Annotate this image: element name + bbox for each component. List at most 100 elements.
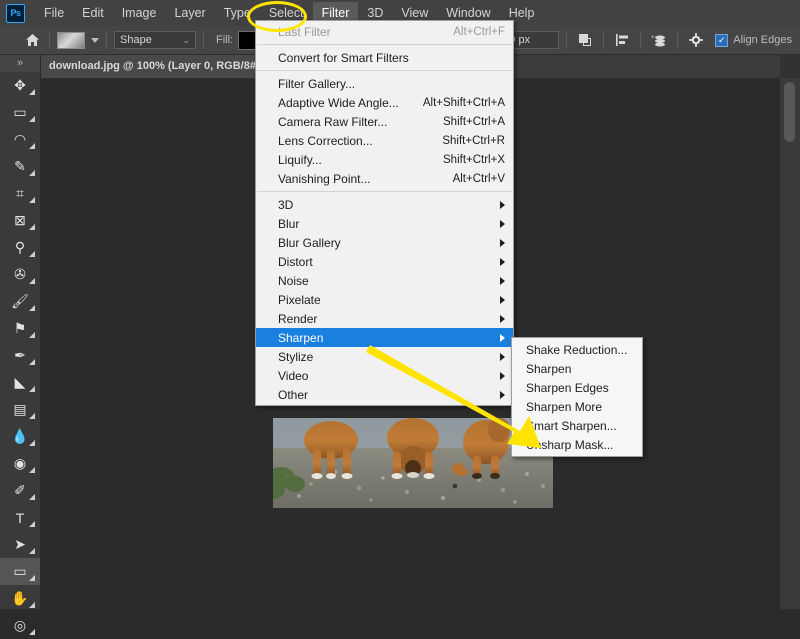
filter-menu-item-camera-raw-filter[interactable]: Camera Raw Filter... Shift+Ctrl+A [256,112,513,131]
filter-menu-item-other[interactable]: Other [256,385,513,404]
scrollbar-thumb[interactable] [784,82,795,142]
filter-menu-dropdown[interactable]: Last Filter Alt+Ctrl+F Convert for Smart F… [255,20,514,406]
double-chevron-right-icon[interactable]: » [0,54,40,72]
canvas-vertical-scrollbar[interactable] [779,78,800,609]
document-tab-title: download.jpg @ 100% (Layer 0, RGB/8# [49,60,256,72]
menu-item-label: Blur Gallery [278,235,341,250]
sharpen-submenu-item-unsharp-mask[interactable]: Unsharp Mask... [512,435,642,454]
filter-menu-item-video[interactable]: Video [256,366,513,385]
menu-item-label: Blur [278,216,300,231]
document-tab[interactable]: download.jpg @ 100% (Layer 0, RGB/8# [41,54,279,78]
home-icon[interactable] [22,30,42,50]
zoom-tool[interactable]: ◎ [0,612,40,639]
menu-item-file[interactable]: File [35,2,73,24]
eyedropper-tool[interactable]: ⚲ [0,234,40,261]
tool-group-indicator [29,440,35,446]
menu-item-type[interactable]: Type [215,2,260,24]
spot-healing-brush-tool[interactable]: ✇ [0,261,40,288]
menu-item-label: Sharpen [278,330,324,345]
horizontal-type-tool[interactable]: T [0,504,40,531]
tool-mode-select[interactable]: Shape ⌄ [114,31,196,49]
tool-group-indicator [29,278,35,284]
eraser-tool[interactable]: ◣ [0,369,40,396]
history-brush-tool[interactable]: ✒ [0,342,40,369]
menu-item-layer[interactable]: Layer [165,2,214,24]
hand-tool[interactable]: ✋ [0,585,40,612]
path-operations-icon[interactable] [574,30,596,50]
blur-tool[interactable]: 💧 [0,423,40,450]
gear-icon[interactable] [685,30,707,50]
filter-menu-item-convert-for-smart-filters[interactable]: Convert for Smart Filters [256,48,513,67]
clone-stamp-tool[interactable]: ⚑ [0,315,40,342]
tool-group-indicator [29,305,35,311]
gradient-tool[interactable]: ▤ [0,396,40,423]
menu-item-label: Pixelate [278,292,321,307]
menu-item-image[interactable]: Image [113,2,166,24]
path-arrangement-icon[interactable]: + [648,30,670,50]
lasso-tool[interactable]: ◠ [0,126,40,153]
filter-menu-item-stylize[interactable]: Stylize [256,347,513,366]
quick-selection-tool[interactable]: ✎ [0,153,40,180]
shape-preset-chevron-down-icon[interactable] [91,37,99,43]
sharpen-submenu-item-sharpen-edges[interactable]: Sharpen Edges [512,378,642,397]
menu-item-shortcut: Shift+Ctrl+X [443,153,505,166]
dodge-tool[interactable]: ◉ [0,450,40,477]
tool-group-indicator [29,494,35,500]
options-divider [677,31,679,49]
menu-item-label: Last Filter [278,24,331,39]
menu-item-label: Other [278,387,309,402]
filter-menu-item-liquify[interactable]: Liquify... Shift+Ctrl+X [256,150,513,169]
crop-icon: ⌗ [16,185,24,201]
filter-menu-item-blur[interactable]: Blur [256,214,513,233]
filter-menu-item-vanishing-point[interactable]: Vanishing Point... Alt+Ctrl+V [256,169,513,188]
rectangle-icon: ▭ [13,563,27,579]
pen-tool[interactable]: ✐ [0,477,40,504]
path-selection-tool[interactable]: ➤ [0,531,40,558]
submenu-arrow-icon [500,333,505,342]
filter-menu-item-3d[interactable]: 3D [256,195,513,214]
filter-menu-item-blur-gallery[interactable]: Blur Gallery [256,233,513,252]
rectangle-tool[interactable]: ▭ [0,558,40,585]
sharpen-submenu[interactable]: Shake Reduction... Sharpen Sharpen Edges Sh… [511,337,643,457]
options-divider [49,31,50,49]
sharpen-submenu-item-sharpen[interactable]: Sharpen [512,359,642,378]
frame-tool[interactable]: ⊠ [0,207,40,234]
submenu-arrow-icon [500,276,505,285]
menu-item-edit[interactable]: Edit [73,2,113,24]
filter-menu-item-adaptive-wide-angle[interactable]: Adaptive Wide Angle... Alt+Shift+Ctrl+A [256,93,513,112]
filter-menu-item-render[interactable]: Render [256,309,513,328]
align-edges-checkbox[interactable]: ✓ [715,33,729,47]
menu-item-shortcut: Alt+Shift+Ctrl+A [422,96,505,109]
move-tool[interactable]: ✥ [0,72,40,99]
path-selection-icon: ➤ [14,536,26,552]
sharpen-submenu-item-sharpen-more[interactable]: Sharpen More [512,397,642,416]
filter-menu-item-pixelate[interactable]: Pixelate [256,290,513,309]
rectangular-marquee-tool[interactable]: ▭ [0,99,40,126]
menu-item-label: Smart Sharpen... [526,418,617,433]
menu-separator [257,44,512,45]
tool-group-indicator [29,332,35,338]
options-divider [106,31,107,49]
filter-menu-item-noise[interactable]: Noise [256,271,513,290]
filter-menu-item-filter-gallery[interactable]: Filter Gallery... [256,74,513,93]
menu-item-label: Filter Gallery... [278,76,356,91]
clone-stamp-icon: ⚑ [13,320,27,336]
filter-menu-item-lens-correction[interactable]: Lens Correction... Shift+Ctrl+R [256,131,513,150]
brush-tool[interactable]: 🖌 [0,288,40,315]
sharpen-submenu-item-smart-sharpen[interactable]: Smart Sharpen... [512,416,642,435]
submenu-arrow-icon [500,257,505,266]
menu-item-label: Unsharp Mask... [526,437,614,452]
sharpen-submenu-item-shake-reduction[interactable]: Shake Reduction... [512,340,642,359]
tool-group-indicator [29,548,35,554]
submenu-arrow-icon [500,314,505,323]
frame-icon: ⊠ [14,212,26,228]
crop-tool[interactable]: ⌗ [0,180,40,207]
filter-menu-item-distort[interactable]: Distort [256,252,513,271]
path-alignment-icon[interactable] [611,30,633,50]
shape-preset-swatch[interactable] [57,31,85,49]
submenu-arrow-icon [500,295,505,304]
eraser-icon: ◣ [14,374,26,390]
tool-group-indicator [29,251,35,257]
filter-menu-item-sharpen[interactable]: Sharpen [256,328,513,347]
tool-group-indicator [29,602,35,608]
